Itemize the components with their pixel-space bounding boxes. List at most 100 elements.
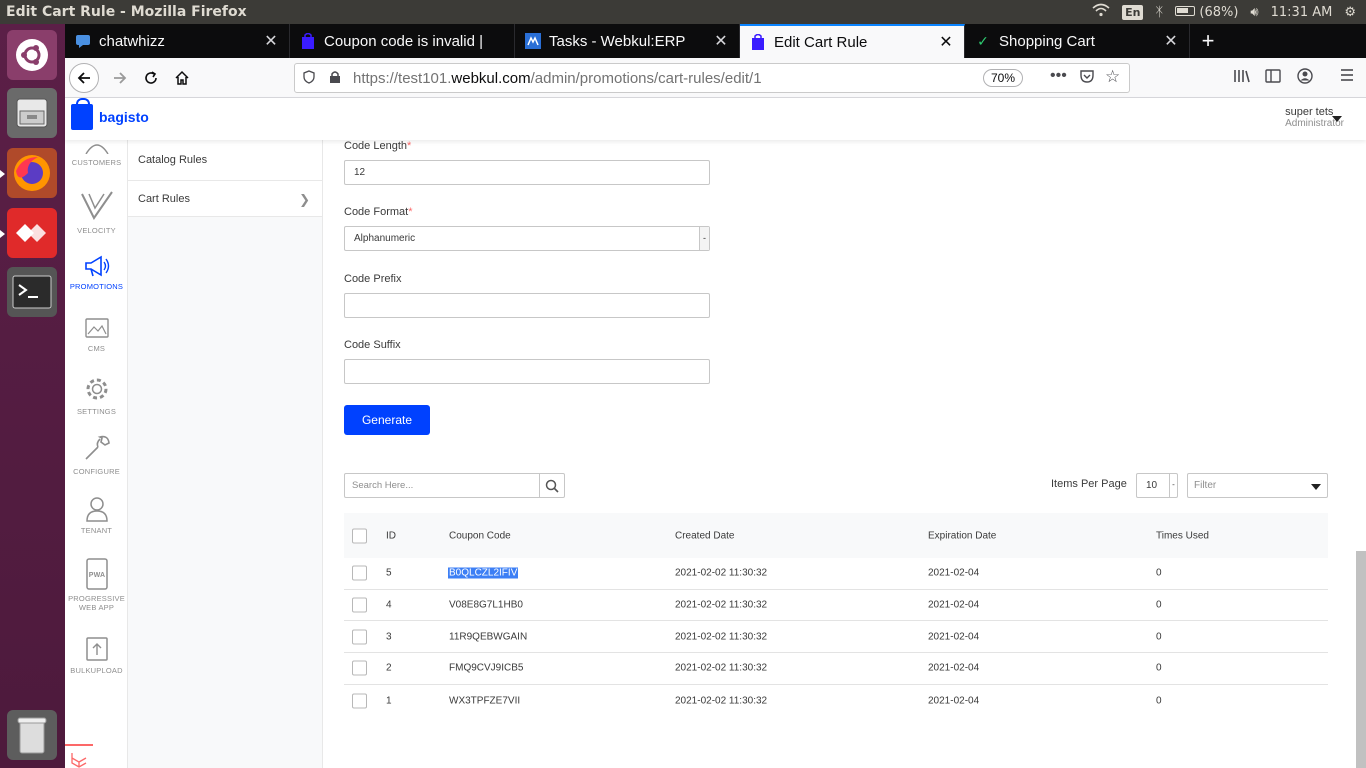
table-row: 2 FMQ9CVJ9ICB5 2021-02-02 11:30:32 2021-…	[344, 653, 1328, 685]
tab-close-icon[interactable]: ✕	[938, 32, 954, 52]
bluetooth-icon[interactable]: ᛡ	[1155, 5, 1163, 20]
nav-item-promotions[interactable]: PROMOTIONS	[65, 254, 128, 291]
items-per-page-select[interactable]: 10 -	[1136, 473, 1178, 498]
select-all-checkbox[interactable]	[352, 528, 367, 543]
shopping-bag-icon	[71, 98, 93, 130]
column-header-created-date[interactable]: Created Date	[675, 530, 734, 541]
battery-indicator[interactable]: (68%)	[1175, 5, 1238, 20]
tab-close-icon[interactable]: ✕	[263, 31, 279, 51]
search-button[interactable]	[539, 474, 564, 497]
browser-tab-active[interactable]: Edit Cart Rule ✕	[740, 24, 965, 58]
shield-icon[interactable]	[303, 70, 315, 87]
cell-coupon-code-selected[interactable]: B0QLCZL2IFIV	[448, 567, 519, 579]
sub-nav-item-cart-rules[interactable]: Cart Rules ❯	[128, 181, 322, 217]
code-length-input[interactable]: 12	[344, 160, 710, 185]
nav-label: TENANT	[80, 526, 113, 535]
launcher-files-button[interactable]	[7, 88, 57, 138]
nav-item-pwa[interactable]: PWA PROGRESSIVE WEB APP	[65, 558, 128, 612]
filter-select[interactable]: Filter	[1187, 473, 1328, 498]
launcher-terminal-button[interactable]	[7, 267, 57, 317]
reload-button[interactable]	[136, 63, 166, 93]
code-prefix-input[interactable]	[344, 293, 710, 318]
tab-close-icon[interactable]: ✕	[713, 31, 729, 51]
launcher-anydesk-button[interactable]	[7, 208, 57, 258]
column-header-times-used[interactable]: Times Used	[1156, 530, 1209, 541]
page-scrollbar-thumb[interactable]	[1356, 551, 1366, 768]
chevron-right-icon: ❯	[299, 192, 310, 207]
browser-tab[interactable]: Coupon code is invalid |	[290, 24, 515, 58]
column-header-expiration-date[interactable]: Expiration Date	[928, 530, 996, 541]
battery-icon	[1175, 5, 1196, 16]
row-checkbox[interactable]	[352, 660, 367, 676]
nav-item-cms[interactable]: CMS	[65, 316, 128, 353]
nav-item-settings[interactable]: SETTINGS	[65, 375, 128, 416]
new-tab-button[interactable]: +	[1190, 24, 1226, 58]
cell-times-used: 0	[1156, 567, 1162, 579]
zoom-level-button[interactable]: 70%	[983, 69, 1023, 87]
select-value: Alphanumeric	[354, 233, 416, 244]
volume-icon[interactable]: 🔊︎	[1250, 5, 1258, 20]
tab-close-icon[interactable]: ✕	[1163, 31, 1179, 51]
label-text: Code Length	[344, 140, 407, 152]
url-prefix: https://test101.	[353, 69, 452, 87]
browser-tab[interactable]: chatwhizz ✕	[65, 24, 290, 58]
cell-created-date: 2021-02-02 11:30:32	[675, 599, 768, 611]
row-checkbox[interactable]	[352, 693, 367, 709]
window-title: Edit Cart Rule - Mozilla Firefox	[6, 4, 247, 20]
browser-tab[interactable]: ✓ Shopping Cart ✕	[965, 24, 1190, 58]
cell-expiration-date: 2021-02-04	[928, 631, 980, 643]
generate-button[interactable]: Generate	[344, 405, 430, 435]
home-button[interactable]	[167, 63, 197, 93]
launcher-ubuntu-button[interactable]	[7, 30, 57, 80]
table-row: 1 WX3TPFZE7VII 2021-02-02 11:30:32 2021-…	[344, 685, 1328, 717]
column-header-coupon-code[interactable]: Coupon Code	[449, 530, 511, 541]
menu-hamburger-icon[interactable]	[1339, 68, 1355, 87]
wifi-icon[interactable]	[1092, 3, 1110, 21]
browser-tab[interactable]: Tasks - Webkul:ERP ✕	[515, 24, 740, 58]
power-gear-icon[interactable]: ⚙	[1344, 5, 1356, 20]
app-launcher	[0, 24, 65, 768]
nav-label: CONFIGURE	[73, 467, 120, 476]
bookmark-star-icon[interactable]: ☆	[1105, 67, 1120, 87]
code-prefix-label: Code Prefix	[344, 273, 402, 285]
lock-icon[interactable]	[329, 70, 341, 87]
back-button[interactable]	[69, 63, 99, 93]
caret-down-icon[interactable]	[1332, 116, 1342, 122]
nav-item-bulkupload[interactable]: BULKUPLOAD	[65, 636, 128, 675]
laravel-debug-icon[interactable]	[65, 744, 93, 768]
launcher-running-indicator	[0, 230, 5, 238]
nav-item-customers[interactable]: CUSTOMERS	[65, 140, 128, 167]
trash-icon	[17, 717, 47, 754]
tab-label: Tasks - Webkul:ERP	[549, 32, 686, 50]
reload-icon	[145, 71, 157, 84]
firefox-icon	[14, 155, 50, 191]
sub-nav-label: Cart Rules	[138, 192, 190, 205]
nav-label: CMS	[87, 344, 106, 353]
sidebar-toggle-icon[interactable]	[1265, 68, 1281, 89]
pocket-icon[interactable]	[1079, 68, 1095, 87]
row-checkbox[interactable]	[352, 629, 367, 645]
bagisto-logo[interactable]: bagisto	[71, 98, 149, 130]
address-bar[interactable]: https://test101.webkul.com/admin/promoti…	[294, 63, 1130, 93]
launcher-trash-button[interactable]	[7, 710, 57, 760]
search-input[interactable]: Search Here...	[345, 474, 539, 497]
code-suffix-input[interactable]	[344, 359, 710, 384]
row-checkbox[interactable]	[352, 597, 367, 613]
account-icon[interactable]	[1297, 68, 1313, 89]
code-format-select[interactable]: Alphanumeric -	[344, 226, 710, 251]
column-header-id[interactable]: ID	[386, 530, 396, 541]
pwa-icon: PWA	[85, 558, 108, 590]
library-icon[interactable]	[1233, 68, 1251, 89]
keyboard-layout-indicator[interactable]: En	[1122, 4, 1144, 20]
forward-button[interactable]	[105, 63, 135, 93]
nav-item-velocity[interactable]: VELOCITY	[65, 190, 128, 235]
row-checkbox[interactable]	[352, 565, 367, 581]
nav-item-tenant[interactable]: TENANT	[65, 496, 128, 535]
launcher-firefox-button[interactable]	[7, 148, 57, 198]
nav-item-configure[interactable]: CONFIGURE	[65, 433, 128, 476]
system-tray: En ᛡ (68%) 🔊︎ 11:31 AM ⚙	[1092, 3, 1366, 21]
admin-main-nav: CUSTOMERS VELOCITY PROMOTIONS CMS SETTIN…	[65, 140, 128, 768]
page-actions-icon[interactable]: •••	[1050, 67, 1067, 85]
sub-nav-item-catalog-rules[interactable]: Catalog Rules	[128, 140, 322, 181]
clock[interactable]: 11:31 AM	[1271, 5, 1333, 20]
